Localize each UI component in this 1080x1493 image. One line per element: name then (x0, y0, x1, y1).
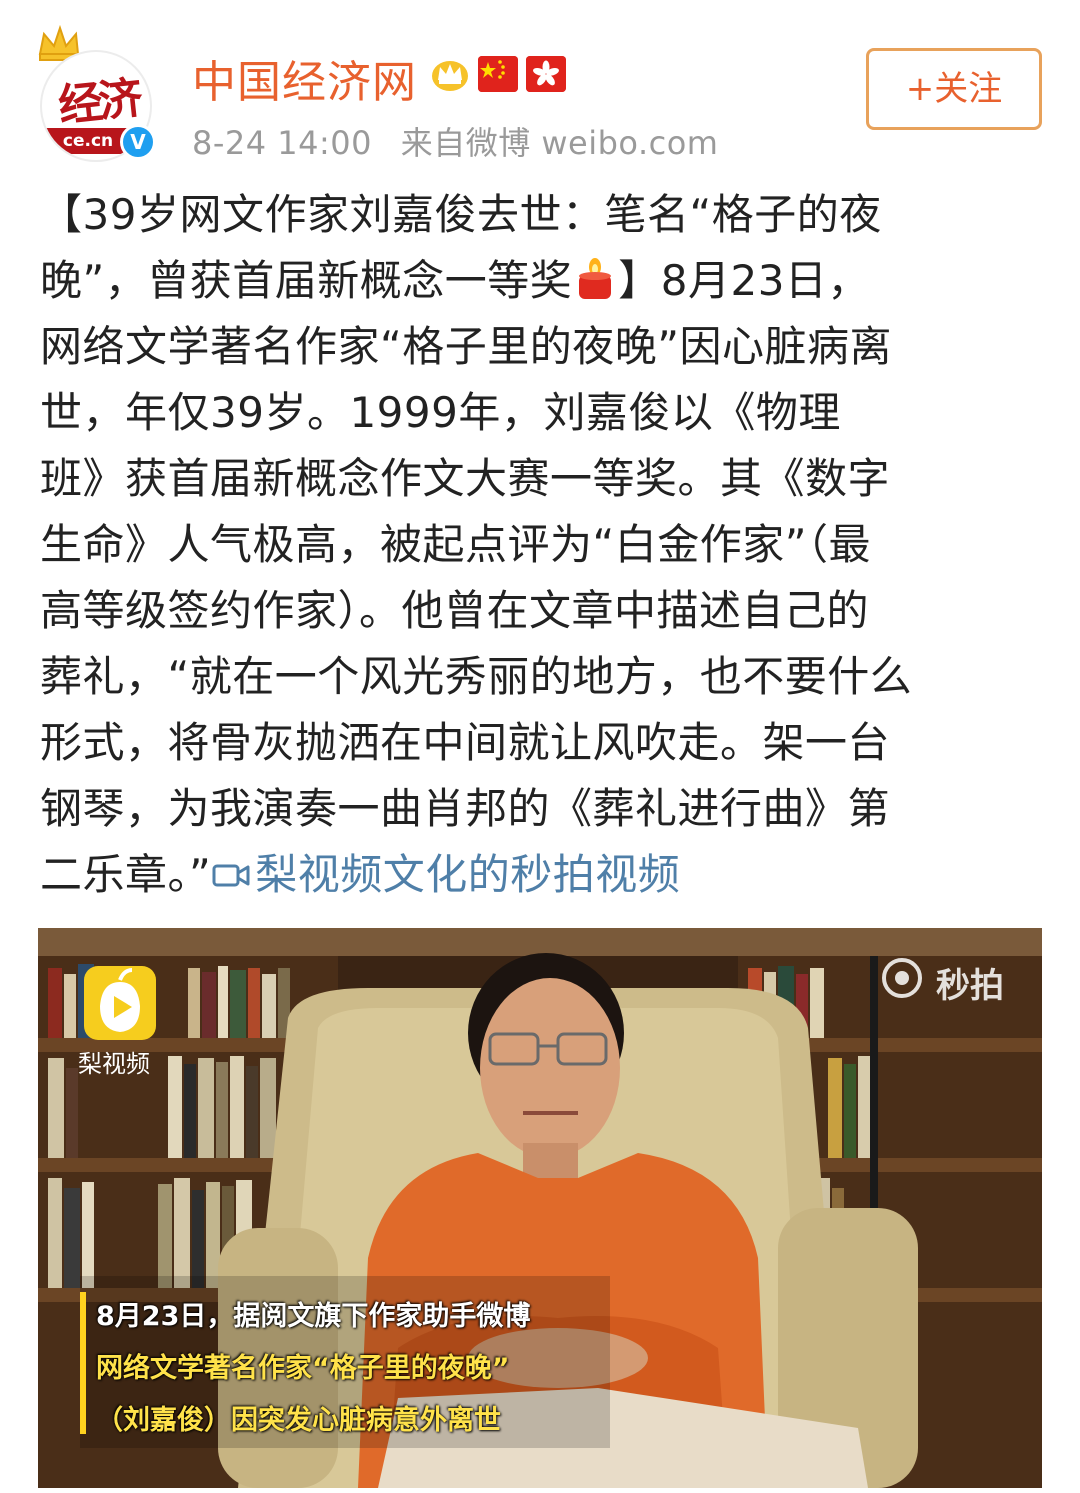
post-line: 班》获首届新概念作文大赛一等奖。其《数字 (40, 454, 891, 503)
video-thumbnail[interactable]: 梨视频 秒拍 8月23日，据阅文旗下作家助手微博 网络文学著名作家“格子里的夜晚… (38, 928, 1042, 1488)
caption-line: 网络文学著名作家“格子里的夜晚” (96, 1353, 510, 1384)
post-body: 【39岁网文作家刘嘉俊去世：笔名“格子的夜 晚”，曾获首届新概念一等奖 】8月2… (40, 182, 1050, 908)
pear-video-label: 梨视频 (78, 1050, 150, 1078)
china-flag-icon[interactable] (478, 56, 518, 92)
hong-kong-flag-icon[interactable] (526, 56, 566, 92)
post-line-text: 】8月23日， (618, 256, 870, 305)
post-line: 钢琴，为我演奏一曲肖邦的《葬礼进行曲》第 (40, 784, 891, 833)
miaopai-watermark: 秒拍 (936, 966, 1004, 1006)
vip-crown-icon[interactable] (430, 56, 470, 92)
post-line: 晚”，曾获首届新概念一等奖 】8月23日， (40, 248, 1050, 314)
verified-icon: V (120, 124, 156, 160)
follow-button[interactable]: +关注 (866, 48, 1042, 130)
user-badges (430, 54, 566, 94)
post-line: 世，年仅39岁。1999年，刘嘉俊以《物理 (40, 388, 841, 437)
caption-line: 8月23日，据阅文旗下作家助手微博 (96, 1301, 531, 1332)
avatar[interactable]: 经济 ce.cn V (36, 24, 160, 162)
post-line: 形式，将骨灰抛洒在中间就让风吹走。架一台 (40, 718, 891, 767)
post-line: 高等级签约作家）。他曾在文章中描述自己的 (40, 586, 870, 635)
post-line: 二乐章。” 梨视频文化的秒拍视频 (40, 842, 1050, 908)
caption-accent-bar (80, 1292, 86, 1434)
post-line: 【39岁网文作家刘嘉俊去世：笔名“格子的夜 (40, 190, 882, 239)
post-meta: 8-24 14:00 来自微博 weibo.com (192, 118, 736, 164)
post-line-text: 二乐章。” (40, 850, 212, 899)
caption-line: （刘嘉俊）因突发心脏病意外离世 (96, 1405, 501, 1436)
video-link[interactable]: 梨视频文化的秒拍视频 (211, 850, 680, 899)
pear-video-logo-icon (84, 966, 156, 1040)
post-line-text: 晚”，曾获首届新概念一等奖 (40, 256, 573, 305)
post-line: 生命》人气极高，被起点评为“白金作家”（最 (40, 520, 872, 569)
post-line: 网络文学著名作家“格子里的夜晚”因心脏病离 (40, 322, 893, 371)
post-line: 葬礼，“就在一个风光秀丽的地方，也不要什么 (40, 652, 913, 701)
video-link-label[interactable]: 梨视频文化的秒拍视频 (255, 850, 680, 899)
post-timestamp: 8-24 14:00 (192, 124, 373, 162)
username[interactable]: 中国经济网 (192, 46, 417, 110)
candle-icon (579, 258, 612, 299)
video-link-icon (212, 864, 250, 887)
post-source[interactable]: 来自微博 weibo.com (401, 124, 719, 162)
